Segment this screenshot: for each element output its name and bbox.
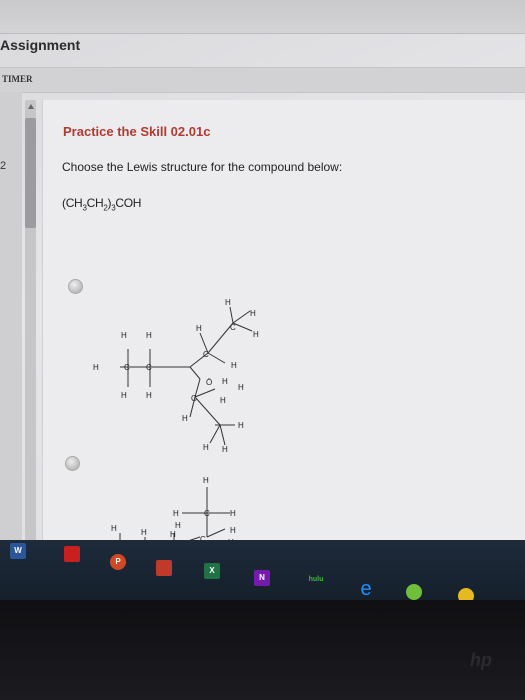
internet-explorer-icon[interactable]: e [356,579,376,600]
atom-label: H [230,526,236,535]
atom-label: C [230,323,236,332]
atom-label: H [146,391,152,400]
question-prompt: Choose the Lewis structure for the compo… [62,160,343,174]
timer-bar: TIMER [0,67,525,93]
atom-label: H [238,421,244,430]
option-b-lewis-structure: H H C H H H H H H H C [111,476,236,545]
question-number[interactable]: 2 [0,160,6,172]
scrollbar-thumb[interactable] [25,118,36,228]
excel-icon[interactable]: X [204,563,220,579]
atom-label: H [146,331,152,340]
quickbooks-icon[interactable] [406,584,422,600]
option-a-radio[interactable] [68,279,83,294]
atom-label: C [204,509,210,518]
page-title: Assignment [0,37,81,53]
browser-top-bar [0,0,525,34]
compound-formula: (CH3CH2)3COH [62,196,142,213]
atom-label: H [230,509,236,518]
onenote-icon[interactable]: N [254,570,270,586]
atom-label: H [173,509,179,518]
atom-label: H [141,528,147,537]
taskbar: W P X N hulu e [0,540,525,600]
hulu-icon[interactable]: hulu [306,572,326,588]
laptop-bezel [0,600,525,700]
atom-label: H [196,324,202,333]
atom-label: H [231,361,237,370]
atom-label: H [222,445,228,454]
atom-label: H [121,391,127,400]
atom-label: H [182,414,188,423]
calculator-icon[interactable] [156,560,172,576]
question-title: Practice the Skill 02.01c [63,124,211,139]
atom-label: H [170,530,176,539]
atom-label: H [253,330,259,339]
atom-label: Ö [206,378,212,387]
atom-label: H [238,383,244,392]
atom-label: H [250,309,256,318]
atom-label: H [203,443,209,452]
timer-label[interactable]: TIMER [2,74,33,84]
atom-label: H [203,476,209,485]
atom-label: H [111,524,117,533]
atom-label: C [124,363,130,372]
option-a-lewis-structure: H H H C H C H H H H C H H Ö H C H H H C … [93,298,259,454]
atom-label: H [225,298,231,307]
option-b-radio[interactable] [65,456,80,471]
atom-label: C [203,350,209,359]
screen: Assignment TIMER 2 Practice the Skill 02… [0,0,525,600]
atom-label: C [146,363,152,372]
acrobat-icon[interactable] [64,546,80,562]
powerpoint-icon[interactable]: P [110,554,126,570]
chrome-icon[interactable] [458,588,474,600]
hp-logo: hp [470,650,492,670]
scroll-up-arrow-icon[interactable] [28,104,34,109]
atom-label: H [222,377,228,386]
atom-label: C [191,394,197,403]
atom-label: H [121,331,127,340]
atom-label: H [175,521,181,530]
atom-label: H [220,396,226,405]
atom-label: H [93,363,99,372]
word-icon[interactable]: W [10,543,26,559]
